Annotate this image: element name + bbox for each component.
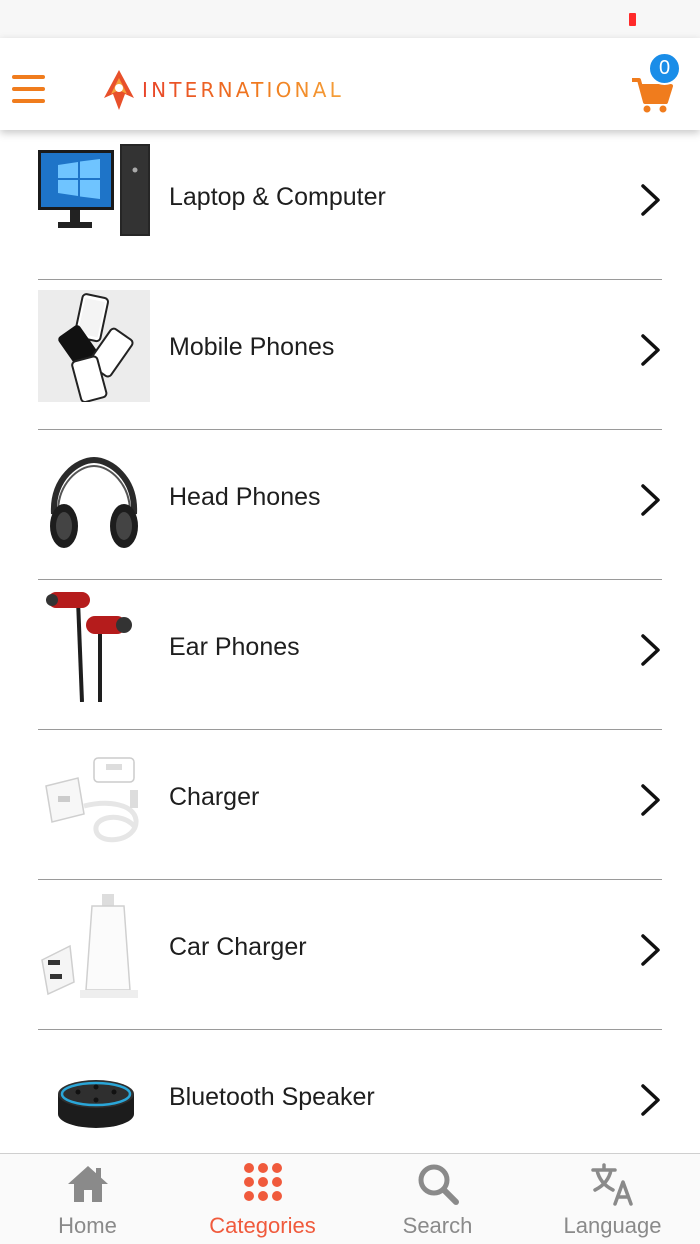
charger-image: [38, 750, 150, 862]
tab-home[interactable]: Home: [0, 1154, 175, 1244]
tab-label: Categories: [209, 1213, 316, 1238]
category-list: Laptop & Computer Mobile Phones Head Pho…: [0, 130, 700, 1153]
menu-icon: [12, 75, 45, 79]
category-item-charger[interactable]: Charger: [38, 730, 662, 880]
status-bar: [0, 0, 700, 38]
tab-label: Language: [563, 1213, 662, 1238]
bluetooth-speaker-image: [38, 1050, 150, 1153]
chevron-right-icon: [641, 634, 660, 666]
chevron-right-icon: [641, 1084, 660, 1116]
menu-button[interactable]: [12, 75, 46, 107]
search-icon: [418, 1164, 459, 1205]
category-item-mobile-phones[interactable]: Mobile Phones: [38, 280, 662, 430]
bottom-tab-bar: Home Categories Search Language: [0, 1153, 700, 1244]
tab-label: Search: [402, 1213, 473, 1238]
tab-label: Home: [58, 1213, 117, 1238]
grid-icon: [244, 1163, 282, 1201]
chevron-right-icon: [641, 784, 660, 816]
category-label: Bluetooth Speaker: [169, 1083, 375, 1111]
tab-language[interactable]: Language: [525, 1154, 700, 1244]
chevron-right-icon: [641, 934, 660, 966]
chevron-right-icon: [641, 484, 660, 516]
category-item-ear-phones[interactable]: Ear Phones: [38, 580, 662, 730]
category-item-head-phones[interactable]: Head Phones: [38, 430, 662, 580]
earphones-image: [38, 590, 150, 702]
recording-indicator: [629, 13, 636, 26]
category-label: Ear Phones: [169, 633, 300, 661]
logo-mark-icon: [104, 70, 134, 110]
tab-categories[interactable]: Categories: [175, 1154, 350, 1244]
logo-text: INTERNATIONAL: [142, 78, 344, 102]
translate-icon: [591, 1163, 633, 1206]
category-label: Mobile Phones: [169, 333, 335, 361]
chevron-right-icon: [641, 334, 660, 366]
car-charger-image: [38, 890, 150, 1002]
app-header: INTERNATIONAL 0: [0, 38, 700, 130]
tab-search[interactable]: Search: [350, 1154, 525, 1244]
category-label: Car Charger: [169, 933, 307, 961]
category-label: Charger: [169, 783, 260, 811]
category-label: Head Phones: [169, 483, 321, 511]
category-label: Laptop & Computer: [169, 183, 386, 211]
cart-count-badge: 0: [648, 52, 681, 85]
home-icon: [68, 1166, 108, 1202]
category-item-laptop-computer[interactable]: Laptop & Computer: [38, 130, 662, 280]
desktop-computer-image: [38, 140, 150, 252]
headphones-image: [38, 450, 150, 562]
chevron-right-icon: [641, 184, 660, 216]
category-item-car-charger[interactable]: Car Charger: [38, 880, 662, 1030]
mobile-phones-image: [38, 290, 150, 402]
category-item-bluetooth-speaker[interactable]: Bluetooth Speaker: [38, 1030, 662, 1153]
brand-logo[interactable]: INTERNATIONAL: [98, 68, 344, 112]
